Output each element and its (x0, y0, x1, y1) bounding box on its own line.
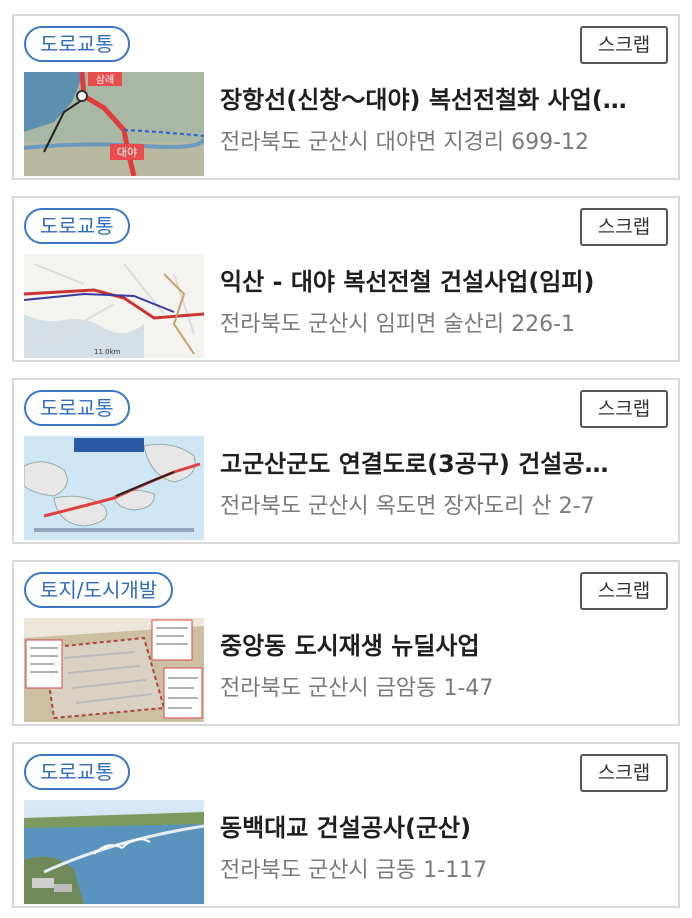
urban-plan-thumbnail (24, 618, 204, 722)
project-address: 전라북도 군산시 임피면 술산리 226-1 (220, 312, 576, 337)
project-title[interactable]: 고군산군도 연결도로(3공구) 건설공… (220, 446, 666, 482)
scrap-button[interactable]: 스크랩 (580, 572, 668, 610)
route-map-thumbnail: 삼례 대야 (24, 72, 204, 176)
bridge-photo-thumbnail (24, 800, 204, 904)
project-address: 전라북도 군산시 금동 1-117 (220, 858, 488, 883)
project-title[interactable]: 장항선(신창～대야) 복선전철화 사업(… (220, 82, 666, 118)
project-address: 전라북도 군산시 대야면 지경리 699-12 (220, 130, 590, 155)
project-title[interactable]: 익산 - 대야 복선전철 건설사업(임피) (220, 264, 666, 300)
map-label: 대야 (117, 146, 137, 159)
project-title[interactable]: 동백대교 건설공사(군산) (220, 810, 666, 846)
category-badge: 도로교통 (24, 754, 130, 790)
project-title[interactable]: 중앙동 도시재생 뉴딜사업 (220, 628, 666, 664)
project-address: 전라북도 군산시 옥도면 장자도리 산 2-7 (220, 494, 595, 519)
scrap-button[interactable]: 스크랩 (580, 390, 668, 428)
project-card[interactable]: 도로교통 스크랩 11.0km 익산 - 대야 복선전철 건설사업(임피) 전라… (12, 196, 680, 362)
project-thumbnail[interactable] (24, 618, 204, 722)
category-badge: 도로교통 (24, 390, 130, 426)
category-badge: 도로교통 (24, 26, 130, 62)
project-card[interactable]: 토지/도시개발 스크랩 중앙동 도시재생 뉴딜사업 전라북도 군산시 금암동 1… (12, 560, 680, 726)
scrap-button[interactable]: 스크랩 (580, 26, 668, 64)
scrap-button[interactable]: 스크랩 (580, 754, 668, 792)
project-address: 전라북도 군산시 금암동 1-47 (220, 676, 494, 701)
project-list: 도로교통 스크랩 삼례 대야 장항선(신창～대야) 복선전철화 사업(… 전라북… (0, 0, 692, 918)
line-map-thumbnail: 11.0km (24, 254, 204, 358)
scrap-button[interactable]: 스크랩 (580, 208, 668, 246)
map-label: 삼례 (96, 74, 114, 86)
island-map-thumbnail (24, 436, 204, 540)
project-thumbnail[interactable] (24, 800, 204, 904)
category-badge: 도로교통 (24, 208, 130, 244)
svg-text:11.0km: 11.0km (94, 348, 121, 356)
category-badge: 토지/도시개발 (24, 572, 174, 608)
project-thumbnail[interactable]: 11.0km (24, 254, 204, 358)
project-thumbnail[interactable]: 삼례 대야 (24, 72, 204, 176)
project-card[interactable]: 도로교통 스크랩 삼례 대야 장항선(신창～대야) 복선전철화 사업(… 전라북… (12, 14, 680, 180)
project-card[interactable]: 도로교통 스크랩 고군산군도 연결도로(3공구) 건설공… 전라북도 군산시 옥… (12, 378, 680, 544)
project-thumbnail[interactable] (24, 436, 204, 540)
project-card[interactable]: 도로교통 스크랩 동백대교 건설공사(군산) 전라북도 군산시 금동 1-117 (12, 742, 680, 908)
